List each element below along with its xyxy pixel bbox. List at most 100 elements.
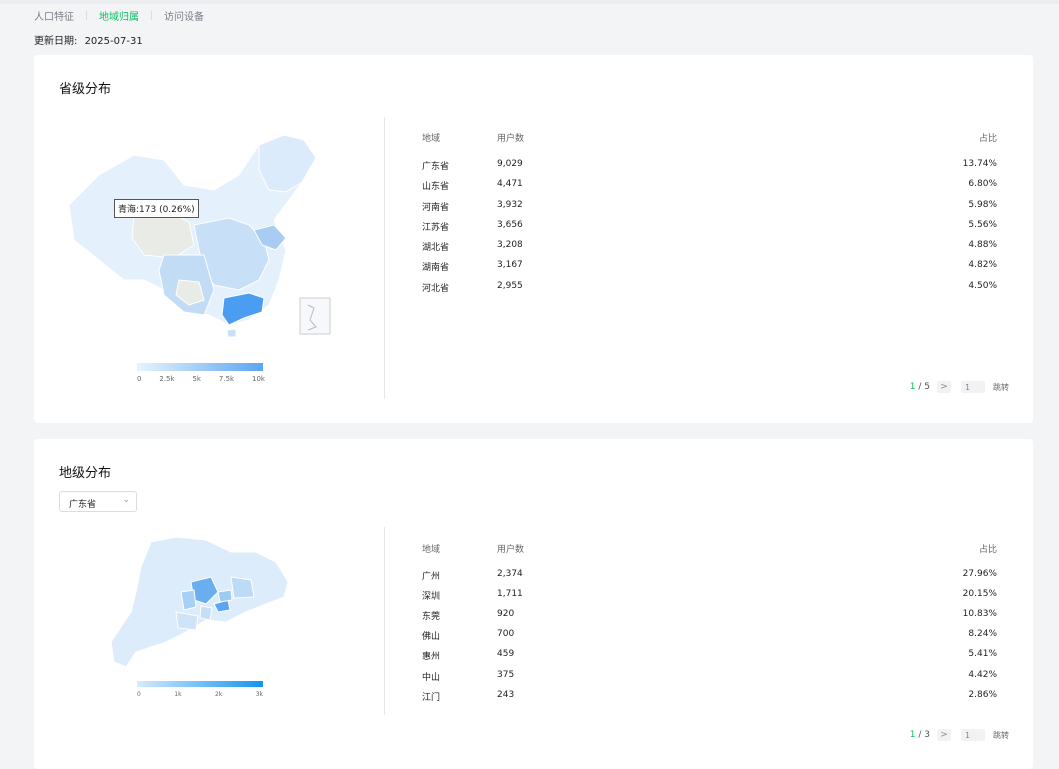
table-row: 广东省 9,029 13.74% [422, 159, 997, 173]
tab-separator [151, 11, 152, 20]
province-legend-ticks: 0 2.5k 5k 7.5k 10k [137, 375, 265, 383]
table-row: 中山 375 4.42% [422, 670, 997, 684]
chevron-down-icon: ⌄ [122, 495, 130, 505]
province-table: 地域 用户数 占比 广东省 9,029 13.74% 山东省 4,471 6.80% 河… [422, 131, 997, 301]
pager-next-button[interactable]: > [937, 729, 951, 741]
city-legend-bar[interactable] [137, 681, 263, 689]
pager-next-button[interactable]: > [937, 381, 951, 393]
city-table: 地域 用户数 占比 广州 2,374 27.96% 深圳 1,711 20.15% 东莞… [422, 542, 997, 712]
col-users-header: 用户数 [497, 545, 525, 555]
cell-region: 河北省 [422, 284, 450, 294]
map-region-foshan [180, 589, 197, 611]
table-row: 佛山 700 8.24% [422, 629, 997, 643]
cell-share: 27.96% [962, 569, 997, 579]
select-value: 广东省 [69, 500, 97, 510]
tab-demographics[interactable]: 人口特征 [34, 8, 74, 23]
map-tooltip: 青海:173 (0.26%) [114, 199, 199, 218]
cell-share: 4.50% [968, 281, 997, 291]
legend-tick: 2k [214, 691, 223, 698]
cell-share: 8.24% [968, 629, 997, 639]
map-region-zhongshan [199, 605, 213, 621]
cell-share: 5.98% [968, 200, 997, 210]
cell-share: 20.15% [962, 589, 997, 599]
legend-tick: 3k [255, 691, 263, 698]
cell-users: 4,471 [497, 179, 523, 189]
legend-tick: 7.5k [218, 375, 235, 383]
cell-share: 5.56% [968, 220, 997, 230]
cell-users: 2,374 [497, 569, 523, 579]
legend-tick: 2.5k [159, 375, 175, 383]
province-select[interactable]: 广东省 ⌄ [59, 491, 137, 512]
cell-share: 6.80% [968, 179, 997, 189]
cell-region: 东莞 [422, 612, 441, 622]
pager-jump-input[interactable]: 1 [961, 729, 985, 741]
china-map[interactable] [64, 130, 339, 345]
cell-users: 1,711 [497, 589, 523, 599]
cell-users: 3,932 [497, 200, 523, 210]
cell-region: 河南省 [422, 203, 450, 213]
legend-tick: 0 [137, 375, 142, 383]
col-region-header: 地域 [422, 134, 441, 144]
pager-jump-input[interactable]: 1 [961, 381, 985, 393]
city-pager: 1 / 3 > 1 跳转 [910, 729, 1009, 741]
pager-separator: / [915, 730, 925, 740]
card-divider [384, 527, 385, 715]
map-region-northeast [258, 134, 317, 193]
col-users-header: 用户数 [497, 134, 525, 144]
province-card: 省级分布 青海:173 (0.26%) 0 2.5k 5k 7.5k 10k 地… [34, 55, 1033, 423]
cell-region: 佛山 [422, 632, 441, 642]
cell-share: 4.82% [968, 260, 997, 270]
province-pager: 1 / 5 > 1 跳转 [910, 381, 1009, 393]
province-title: 省级分布 [59, 82, 112, 97]
cell-users: 700 [497, 629, 515, 639]
cell-share: 2.86% [968, 690, 997, 700]
update-label: 更新日期: [34, 36, 78, 47]
cell-users: 375 [497, 670, 515, 680]
map-region-huizhou [230, 576, 255, 599]
update-date: 更新日期: 2025-07-31 [34, 32, 143, 47]
cell-users: 459 [497, 649, 515, 659]
table-row: 东莞 920 10.83% [422, 609, 997, 623]
cell-region: 广东省 [422, 162, 450, 172]
cell-region: 湖南省 [422, 263, 450, 273]
city-legend-ticks: 0 1k 2k 3k [137, 691, 263, 698]
table-row: 深圳 1,711 20.15% [422, 589, 997, 603]
tab-separator [86, 11, 87, 20]
cell-region: 广州 [422, 572, 441, 582]
card-divider [384, 117, 385, 399]
table-row: 广州 2,374 27.96% [422, 569, 997, 583]
table-row: 江苏省 3,656 5.56% [422, 220, 997, 234]
cell-region: 江门 [422, 693, 441, 703]
table-row: 江门 243 2.86% [422, 690, 997, 704]
pager-jump-button[interactable]: 跳转 [993, 382, 1009, 393]
col-share-header: 占比 [978, 134, 997, 144]
map-region-hainan [226, 328, 237, 338]
cell-users: 3,208 [497, 240, 523, 250]
tab-device[interactable]: 访问设备 [164, 8, 204, 23]
guangdong-map[interactable] [106, 532, 296, 672]
cell-region: 湖北省 [422, 243, 450, 253]
province-legend-bar[interactable] [137, 363, 263, 371]
table-row: 湖南省 3,167 4.82% [422, 260, 997, 274]
map-inset-box [299, 297, 331, 335]
cell-users: 3,167 [497, 260, 523, 270]
cell-users: 3,656 [497, 220, 523, 230]
cell-share: 4.42% [968, 670, 997, 680]
pager-separator: / [915, 382, 925, 392]
cell-region: 中山 [422, 673, 441, 683]
table-row: 山东省 4,471 6.80% [422, 179, 997, 193]
update-value: 2025-07-31 [84, 36, 143, 47]
tab-region[interactable]: 地域归属 [99, 8, 139, 23]
col-share-header: 占比 [978, 545, 997, 555]
legend-tick: 5k [192, 375, 201, 383]
cell-users: 2,955 [497, 281, 523, 291]
cell-share: 13.74% [962, 159, 997, 169]
pager-jump-button[interactable]: 跳转 [993, 730, 1009, 741]
city-title: 地级分布 [59, 466, 112, 481]
cell-region: 江苏省 [422, 223, 450, 233]
table-row: 河北省 2,955 4.50% [422, 281, 997, 295]
pager-total: 5 [924, 382, 930, 392]
cell-share: 10.83% [962, 609, 997, 619]
legend-tick: 10k [251, 375, 265, 383]
table-row: 惠州 459 5.41% [422, 649, 997, 663]
